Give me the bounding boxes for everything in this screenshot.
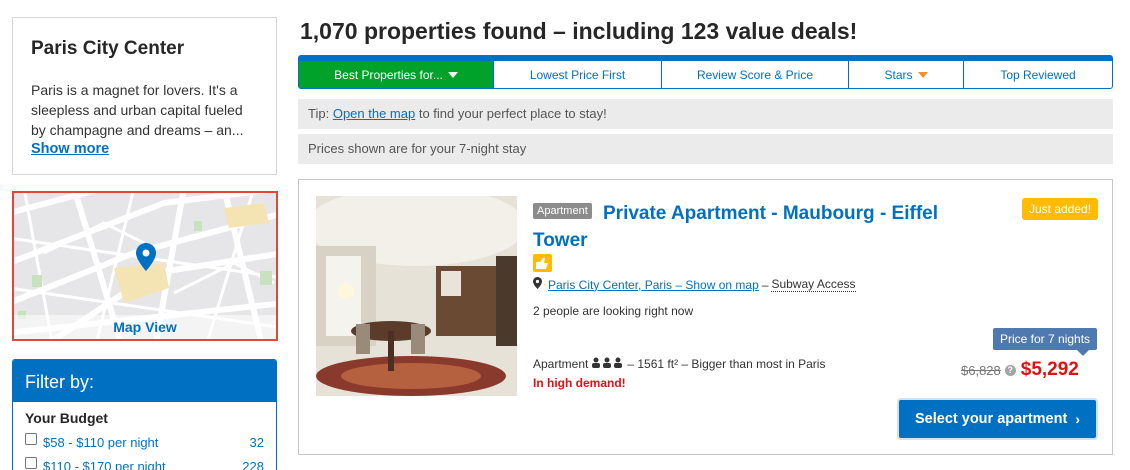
- filter-body: Your Budget $58 - $110 per night 32 $110…: [13, 402, 276, 470]
- room-type: Apartment: [533, 357, 589, 371]
- budget-checkbox[interactable]: [25, 457, 37, 469]
- tab-stars[interactable]: Stars: [849, 61, 964, 88]
- sort-bar: Best Properties for... Lowest Price Firs…: [298, 55, 1113, 89]
- filter-header: Filter by:: [13, 360, 276, 402]
- city-info-box: Paris City Center Paris is a magnet for …: [12, 17, 277, 175]
- budget-option[interactable]: $58 - $110 per night 32: [25, 430, 264, 454]
- city-title: Paris City Center: [31, 38, 185, 59]
- high-demand-text: In high demand!: [533, 376, 626, 390]
- tab-label: Review Score & Price: [696, 67, 814, 82]
- select-apartment-button[interactable]: Select your apartment ›: [899, 400, 1096, 438]
- budget-count: 32: [249, 434, 264, 450]
- map-view-label[interactable]: Map View: [113, 319, 177, 335]
- caret-down-icon: [917, 71, 928, 78]
- tab-label: Top Reviewed: [1000, 67, 1076, 82]
- just-added-badge: Just added!: [1022, 198, 1099, 220]
- show-on-map-link[interactable]: Paris City Center, Paris – Show on map: [548, 278, 759, 292]
- budget-option[interactable]: $110 - $170 per night 228: [25, 454, 264, 470]
- tab-review-score-price[interactable]: Review Score & Price: [662, 61, 849, 88]
- budget-label[interactable]: $58 - $110 per night: [43, 435, 250, 450]
- property-title-link[interactable]: Private Apartment - Maubourg - Eiffel To…: [533, 200, 973, 254]
- filter-panel: Filter by: Your Budget $58 - $110 per ni…: [12, 359, 277, 470]
- city-description: Paris is a magnet for lovers. It's a sle…: [31, 82, 244, 138]
- occupancy-icon: [591, 357, 624, 371]
- room-info: Apartment – 1561 ft² – Bigger than most …: [533, 357, 825, 371]
- caret-down-icon: [447, 71, 458, 78]
- results-title: 1,070 properties found – including 123 v…: [300, 18, 858, 44]
- tab-label: Lowest Price First: [529, 67, 626, 82]
- tip-suffix: to find your perfect place to stay!: [418, 106, 607, 121]
- subway-access-label[interactable]: Subway Access: [771, 277, 856, 292]
- budget-count: 228: [242, 458, 264, 470]
- tab-lowest-price[interactable]: Lowest Price First: [494, 61, 662, 88]
- current-price: $5,292: [1020, 359, 1079, 380]
- room-details: – 1561 ft² – Bigger than most in Paris: [627, 357, 826, 371]
- map-view-bar[interactable]: Map View: [14, 315, 276, 339]
- map-tip-bar: Tip: Open the map to find your perfect p…: [298, 99, 1113, 129]
- open-map-link[interactable]: Open the map: [333, 106, 415, 121]
- price-note: Prices shown are for your 7-night stay: [298, 134, 1113, 164]
- tab-label: Stars: [884, 67, 913, 82]
- map-view-widget[interactable]: Map View: [12, 191, 278, 341]
- property-photo[interactable]: [316, 196, 517, 396]
- tab-top-reviewed[interactable]: Top Reviewed: [964, 61, 1112, 88]
- budget-title: Your Budget: [25, 410, 108, 426]
- budget-checkbox[interactable]: [25, 433, 37, 445]
- thumbs-up-icon: [533, 254, 552, 272]
- price-row: $6,828 ? $5,292: [961, 359, 1079, 381]
- property-card: Apartment Private Apartment - Maubourg -…: [298, 179, 1113, 455]
- select-button-label: Select your apartment: [915, 411, 1068, 427]
- location-pin-icon: [533, 277, 542, 292]
- tab-best-properties[interactable]: Best Properties for...: [299, 61, 494, 88]
- price-period-tooltip: Price for 7 nights: [993, 328, 1098, 356]
- tab-label: Best Properties for...: [334, 67, 443, 82]
- question-icon[interactable]: ?: [1004, 364, 1016, 376]
- people-looking-text: 2 people are looking right now: [533, 304, 694, 318]
- location-line: Paris City Center, Paris – Show on map –…: [533, 277, 856, 292]
- chevron-right-icon: ›: [1075, 411, 1080, 427]
- budget-label[interactable]: $110 - $170 per night: [43, 459, 242, 470]
- original-price: $6,828: [961, 362, 1001, 378]
- show-more-link[interactable]: Show more: [31, 141, 109, 157]
- location-separator: –: [761, 277, 769, 292]
- tip-prefix: Tip:: [308, 106, 330, 121]
